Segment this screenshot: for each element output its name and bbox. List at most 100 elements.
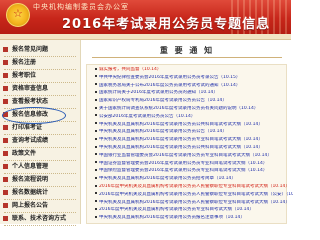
bullet-icon (3, 125, 8, 130)
notice-item[interactable]: 中央机关及其直属机构2016年度考试录用公务员专业科目笔试考试大纲（10.14） (95, 137, 293, 143)
sidebar-item-qualification-review[interactable]: 资格审查信息 (2, 84, 78, 93)
sidebar-item-process[interactable]: 报名流程说明 (2, 175, 78, 184)
sidebar-item-faq[interactable]: 报名常见问题 (2, 45, 78, 54)
bullet-icon (95, 145, 97, 148)
bullet-icon (3, 47, 8, 52)
notice-item[interactable]: 2016年度中央机关及其直属机构考试录用公务员人民警察职位专业科目笔试考试大纲（… (95, 184, 293, 190)
notice-link[interactable]: 中国保险监督管理委员会2016年度考试录用公务员专业科目笔试考试大纲（10.14… (99, 168, 267, 173)
sidebar: 报名常见问题 报名注册 报考职位 资格审查信息 查看报考状态 报名信息修改 打印准考证 查询考… (0, 40, 81, 226)
bullet-icon (95, 67, 97, 70)
notice-item[interactable]: 中央机关及其直属机构2016年度考试录用公务员公共科目笔试考试大纲（10.14） (95, 145, 293, 151)
notice-item[interactable]: 国家知识产权局专利局2016年度考试录用公务员公告（10.14） (95, 98, 293, 104)
notice-link[interactable]: 中国证券监督管理委员会2016年度考试录用公务员专业科目笔试考试大纲（10.14… (99, 161, 267, 166)
notice-item[interactable]: 诚实报考，共同监督（10.14） (95, 67, 293, 73)
bullet-icon (95, 98, 97, 101)
bullet-icon (95, 129, 97, 132)
sidebar-item-label: 网上报名公告 (12, 202, 49, 209)
bullet-icon (95, 192, 97, 195)
sidebar-item-positions[interactable]: 报考职位 (2, 71, 78, 80)
sidebar-divider (4, 173, 76, 174)
bullet-icon (3, 190, 8, 195)
sidebar-item-print-admission[interactable]: 打印准考证 (2, 123, 78, 132)
sidebar-item-register[interactable]: 报名注册 (2, 58, 78, 67)
notice-item[interactable]: 中国证券监督管理委员会2016年度考试录用公务员专业科目笔试考试大纲（10.14… (95, 161, 293, 167)
sidebar-item-scores[interactable]: 查询考试成绩 (2, 136, 78, 145)
notice-item[interactable]: 中央机关及其直属机构2016年度考试录用公务员报名注意事项（10.14） (95, 215, 293, 221)
sidebar-item-label: 查看报考状态 (12, 98, 49, 105)
notice-link[interactable]: 2016年度中央机关及其直属机构考试录用公务员专业科目考试大纲（10.14） (99, 207, 254, 212)
sidebar-item-announcement[interactable]: 网上报名公告 (2, 201, 78, 210)
notice-link[interactable]: 国家税务总局关于公布2016年度公务员录用考试考试的通知（10.14） (99, 83, 240, 88)
notice-item[interactable]: 中国银行业监督管理委员会2016年度考试录用公务员专业科目笔试考试大纲（10.1… (95, 153, 293, 159)
sidebar-item-label: 报名常见问题 (12, 46, 49, 53)
bullet-icon (95, 83, 97, 86)
notice-item[interactable]: 2016年度中央机关及其直属机构考试录用公务员专业科目考试大纲（10.14） (95, 207, 293, 213)
bullet-icon (3, 151, 8, 156)
notice-link[interactable]: 诚实报考，共同监督（10.14） (99, 67, 161, 72)
notice-link[interactable]: 公安部2016年度考试录用公务员公告（10.14） (99, 114, 195, 119)
org-name: 中央机构编制委员会办公室 (33, 3, 129, 11)
bullet-icon (95, 168, 97, 171)
bullet-icon (95, 200, 97, 203)
notice-item[interactable]: 中央机关及其直属机构2016年度考试录用公务员公告（10.14） (95, 129, 293, 135)
bullet-icon (95, 207, 97, 210)
sidebar-item-label: 打印准考证 (12, 124, 43, 131)
bullet-icon (3, 216, 8, 221)
bullet-icon (95, 184, 97, 187)
notice-item[interactable]: 国家统计局关于2016年度考试录用公务员的通知（10.14） (95, 90, 293, 96)
bullet-icon (95, 161, 97, 164)
notice-item[interactable]: 国家税务总局关于公布2016年度公务员录用考试考试的通知（10.14） (95, 83, 293, 89)
sidebar-item-label: 报考职位 (12, 72, 37, 79)
sidebar-item-statistics[interactable]: 报名数据统计 (2, 188, 78, 197)
notice-link[interactable]: 中央机关及其直属机构2016年度考试录用公务员专业科目笔试考试大纲（10.14） (99, 137, 263, 142)
notice-item[interactable]: 中央机关及其直属机构2016年度考试录用公务员招考简章（10.14） (95, 176, 293, 182)
sidebar-item-label: 个人信息管理 (12, 163, 49, 170)
bullet-icon (3, 99, 8, 104)
bullet-icon (3, 138, 8, 143)
notice-item[interactable]: 2016年度中央机关及其直属机构考试录用公务员人民警察职位专业科目笔试考试大纲（… (95, 192, 293, 198)
sidebar-item-account[interactable]: 个人信息管理 (2, 162, 78, 171)
sidebar-divider (4, 212, 76, 213)
bullet-icon (3, 177, 8, 182)
notice-link[interactable]: 国家知识产权局专利局2016年度考试录用公务员公告（10.14） (99, 98, 227, 103)
sidebar-divider (4, 199, 76, 200)
notice-item[interactable]: 中国保险监督管理委员会2016年度考试录用公务员专业科目笔试考试大纲（10.14… (95, 168, 293, 174)
bullet-icon (3, 203, 8, 208)
notice-link[interactable]: 国家统计局关于2016年度考试录用公务员的通知（10.14） (99, 90, 218, 95)
notice-link[interactable]: 关于国家统计局调查队系统2016年度考试录用公务员有关问题的说明（10.14） (99, 106, 258, 111)
header-banner: ☆ 中央机构编制委员会办公室 2016年考试录用公务员专题信息 (0, 0, 291, 34)
notice-link[interactable]: 中央机关及其直属机构2016年度考试录用公务员公共科目笔试考试大纲（10.14） (99, 122, 263, 127)
sidebar-divider (4, 82, 76, 83)
notice-item[interactable]: 中央机关及其直属机构2016年度考试录用公务员公共科目笔试考试大纲（10.14） (95, 122, 293, 128)
bullet-icon (95, 176, 97, 179)
sidebar-item-label: 报名注册 (12, 59, 37, 66)
sidebar-divider (4, 225, 76, 226)
highlight-circle (2, 107, 66, 124)
notice-item[interactable]: 关于国家统计局调查队系统2016年度考试录用公务员有关问题的说明（10.14） (95, 106, 293, 112)
sidebar-divider (4, 186, 76, 187)
notice-link[interactable]: 中共中央纪律检查委员会2016年度考试录用公务员考录公告（10.15） (99, 75, 240, 80)
main-content: 重 要 通 知 诚实报考，共同监督（10.14） 中共中央纪律检查委员会2016年… (82, 40, 293, 224)
notice-item[interactable]: 中央机关及其直属机构2016年度考试录用公务员人民警察职位专业科目笔试考试大纲（… (95, 200, 293, 206)
sidebar-divider (4, 95, 76, 96)
notice-link[interactable]: 中央机关及其直属机构2016年度考试录用公务员公告（10.14） (99, 129, 227, 134)
notice-link[interactable]: 中央机关及其直属机构2016年度考试录用公务员报名注意事项（10.14） (99, 215, 245, 220)
sidebar-item-status[interactable]: 查看报考状态 (2, 97, 78, 106)
notice-link[interactable]: 2016年度中央机关及其直属机构考试录用公务员人民警察职位专业科目笔试考试大纲（… (99, 184, 290, 189)
sidebar-item-policy[interactable]: 政策文件 (2, 149, 78, 158)
notice-item[interactable]: 公安部2016年度考试录用公务员公告（10.14） (95, 114, 293, 120)
notice-item[interactable]: 中共中央纪律检查委员会2016年度考试录用公务员考录公告（10.15） (95, 75, 293, 81)
notice-link[interactable]: 中央机关及其直属机构2016年度考试录用公务员公共科目笔试考试大纲（10.14） (99, 145, 263, 150)
notice-link[interactable]: 中央机关及其直属机构2016年度考试录用公务员招考简章（10.14） (99, 176, 236, 181)
bullet-icon (95, 153, 97, 156)
sidebar-divider (4, 160, 76, 161)
notice-link[interactable]: 2016年度中央机关及其直属机构考试录用公务员人民警察职位专业科目笔试考试大纲（… (99, 192, 293, 197)
notice-link[interactable]: 中国银行业监督管理委员会2016年度考试录用公务员专业科目笔试考试大纲（10.1… (99, 153, 272, 158)
sidebar-item-contact[interactable]: 联系、技术咨询方式 (2, 214, 78, 223)
bullet-icon (95, 75, 97, 78)
title-divider (92, 57, 282, 58)
notice-link[interactable]: 中央机关及其直属机构2016年度考试录用公务员人民警察职位专业科目笔试考试大纲（… (99, 200, 290, 205)
page-title: 2016年考试录用公务员专题信息 (62, 17, 271, 32)
notice-list: 诚实报考，共同监督（10.14） 中共中央纪律检查委员会2016年度考试录用公务员… (86, 64, 293, 224)
sidebar-item-label: 资格审查信息 (12, 85, 49, 92)
